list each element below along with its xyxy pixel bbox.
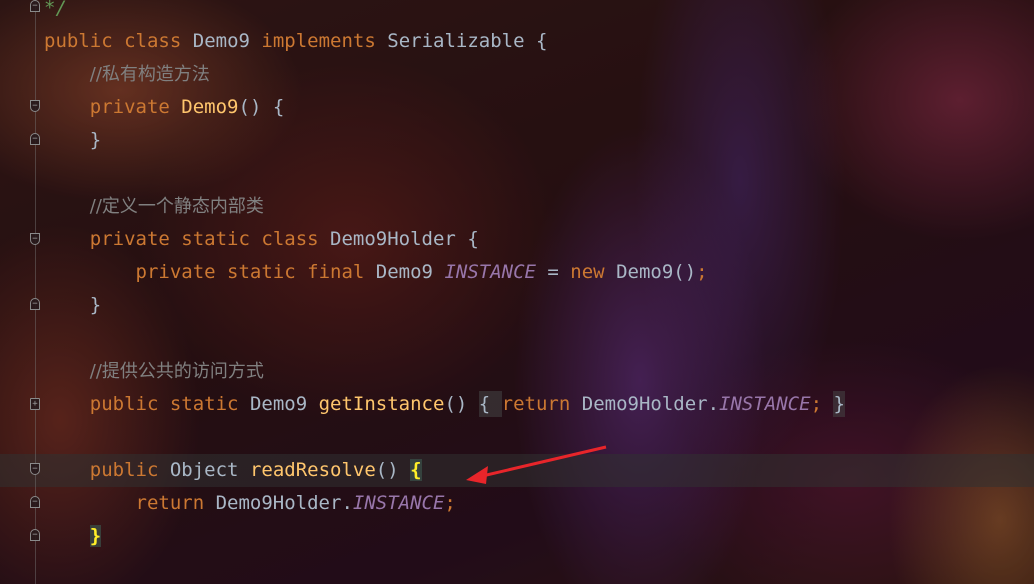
annotation-arrow [466,445,607,484]
annotation-arrow-head [466,466,488,484]
annotation-arrow-shaft [477,445,607,479]
